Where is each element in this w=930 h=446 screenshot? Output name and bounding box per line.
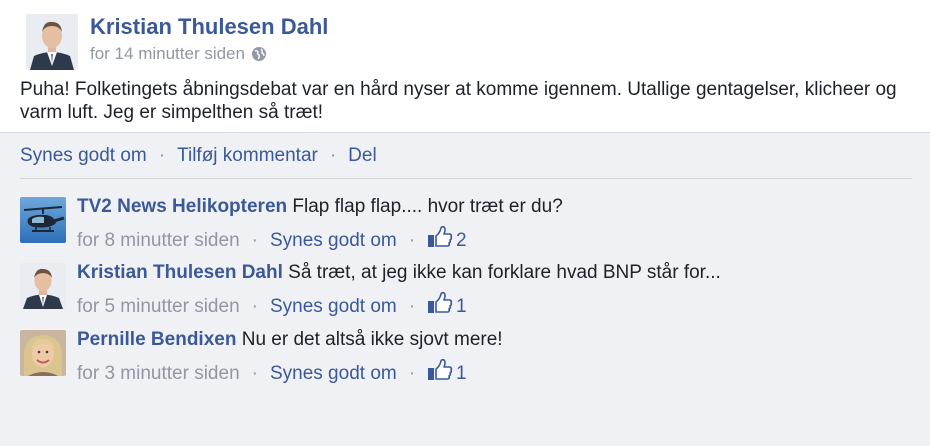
comment-meta: for 3 minutter siden · Synes godt om · 1 (77, 358, 467, 387)
comment-item: Kristian Thulesen Dahl Så træt, at jeg i… (0, 262, 930, 323)
comment-timestamp[interactable]: for 3 minutter siden (77, 363, 240, 384)
separator: · (251, 230, 258, 251)
separator: · (408, 363, 416, 384)
comment-text: Flap flap flap.... hvor træt er du? (292, 196, 563, 217)
separator: · (158, 145, 166, 166)
helicopter-avatar[interactable] (20, 197, 66, 243)
divider (20, 178, 912, 179)
globe-icon (251, 46, 267, 67)
man-in-suit-avatar[interactable] (20, 263, 66, 309)
separator: · (408, 230, 416, 251)
comment-body: Kristian Thulesen Dahl Så træt, at jeg i… (77, 262, 721, 284)
separator: · (251, 296, 258, 317)
author-avatar[interactable] (26, 14, 78, 70)
post-card: Kristian Thulesen Dahl for 14 minutter s… (0, 0, 930, 133)
separator: · (251, 363, 258, 384)
comment-text: Nu er det altså ikke sjovt mere! (241, 329, 503, 350)
comment-like-link[interactable]: Synes godt om (270, 363, 397, 384)
comment-meta: for 8 minutter siden · Synes godt om · 2 (77, 225, 467, 254)
separator: · (329, 145, 337, 166)
comment-author[interactable]: Kristian Thulesen Dahl (77, 262, 283, 283)
post-actions: Synes godt om · Tilføj kommentar · Del (20, 145, 377, 167)
comment-body: Pernille Bendixen Nu er det altså ikke s… (77, 329, 503, 351)
share-link[interactable]: Del (348, 145, 377, 166)
comment-timestamp[interactable]: for 8 minutter siden (77, 230, 240, 251)
like-link[interactable]: Synes godt om (20, 145, 147, 166)
post-meta: for 14 minutter siden (90, 44, 267, 67)
comment-body: TV2 News Helikopteren Flap flap flap....… (77, 196, 563, 218)
blonde-woman-avatar[interactable] (20, 330, 66, 376)
like-count[interactable]: 1 (456, 296, 467, 317)
thumbs-up-icon[interactable] (427, 225, 453, 254)
like-count[interactable]: 1 (456, 363, 467, 384)
thumbs-up-icon[interactable] (427, 358, 453, 387)
comment-meta: for 5 minutter siden · Synes godt om · 1 (77, 291, 467, 320)
post-timestamp[interactable]: for 14 minutter siden (90, 44, 245, 63)
add-comment-link[interactable]: Tilføj kommentar (177, 145, 318, 166)
post-text: Puha! Folketingets åbningsdebat var en h… (20, 79, 897, 123)
comment-like-link[interactable]: Synes godt om (270, 230, 397, 251)
comment-text: Så træt, at jeg ikke kan forklare hvad B… (288, 262, 721, 283)
comment-timestamp[interactable]: for 5 minutter siden (77, 296, 240, 317)
comment-item: Pernille Bendixen Nu er det altså ikke s… (0, 329, 930, 390)
like-count[interactable]: 2 (456, 230, 467, 251)
author-name[interactable]: Kristian Thulesen Dahl (90, 14, 328, 40)
comment-author[interactable]: TV2 News Helikopteren (77, 196, 287, 217)
comment-author[interactable]: Pernille Bendixen (77, 329, 236, 350)
comment-like-link[interactable]: Synes godt om (270, 296, 397, 317)
thumbs-up-icon[interactable] (427, 291, 453, 320)
comment-item: TV2 News Helikopteren Flap flap flap....… (0, 196, 930, 257)
separator: · (408, 296, 416, 317)
